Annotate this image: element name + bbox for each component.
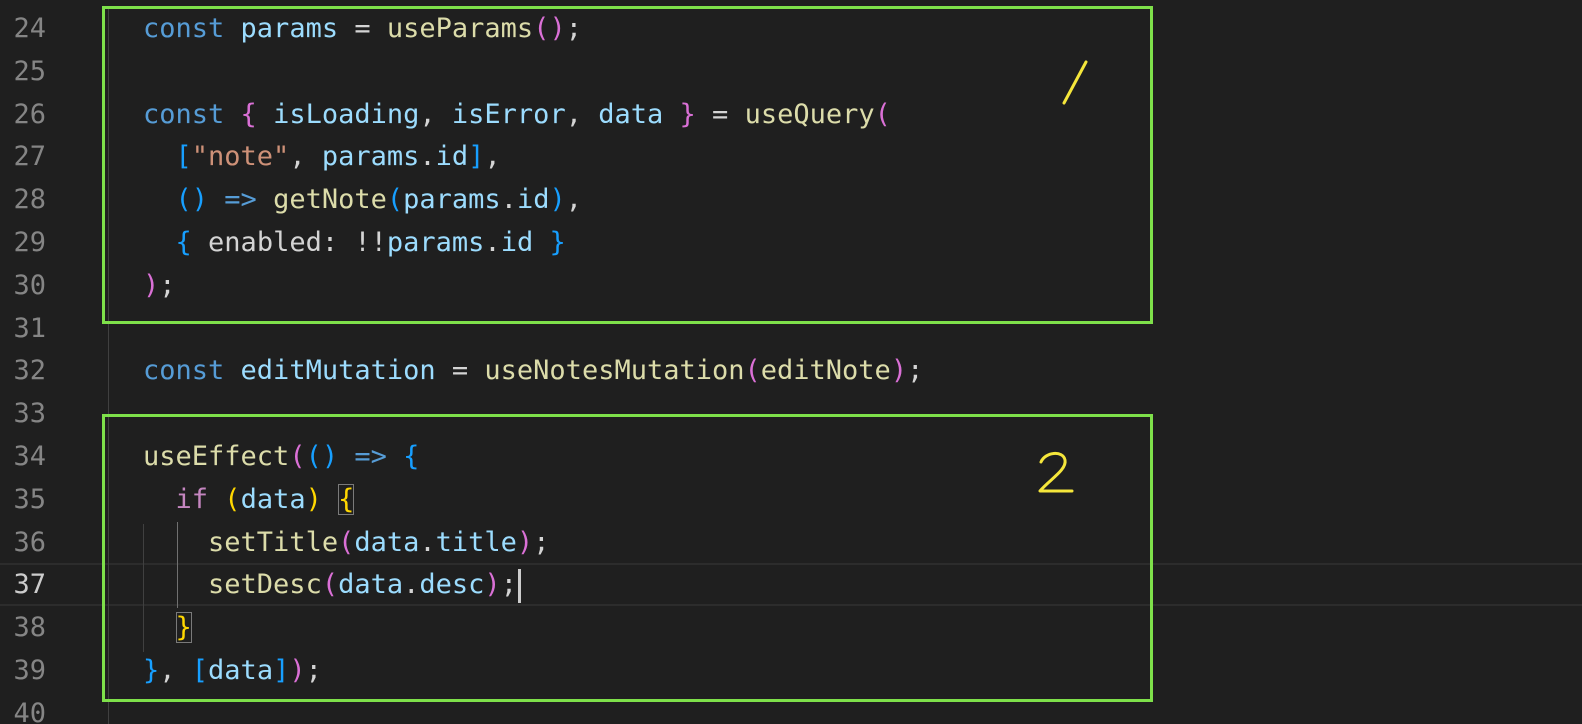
code-token: editMutation (240, 355, 436, 387)
line-number: 33 (13, 398, 46, 430)
code-token: editNote (760, 355, 891, 387)
line-number: 36 (13, 526, 46, 558)
code-token: ( (744, 355, 761, 387)
line-number: 35 (13, 483, 46, 515)
code-token: ) (890, 355, 908, 387)
line-number: 26 (13, 98, 46, 130)
code-token: ; (907, 355, 924, 387)
highlight-box-2 (102, 414, 1153, 702)
line-number: 38 (13, 612, 46, 644)
line-number: 37 (13, 569, 46, 601)
handwritten-marker-2: 2 (1038, 452, 1074, 493)
line-number: 34 (13, 441, 46, 472)
line-number: 25 (13, 55, 46, 87)
code-token: useNotesMutation (484, 355, 745, 387)
line-number: 24 (13, 13, 46, 44)
line-number: 30 (13, 269, 46, 301)
line-number: 29 (13, 227, 46, 258)
line-number: 28 (13, 184, 46, 216)
code-text[interactable]: const editMutation = useNotesMutation(ed… (143, 349, 923, 392)
code-token: const (143, 355, 225, 387)
line-number: 27 (13, 141, 46, 173)
handwritten-marker-1: 1 (1062, 60, 1088, 105)
line-number: 40 (13, 697, 46, 724)
highlight-box-1 (102, 6, 1153, 324)
line-number: 32 (13, 355, 46, 387)
code-token: = (435, 355, 485, 387)
line-number: 31 (13, 312, 46, 344)
code-line[interactable]: 32 const editMutation = useNotesMutation(… (0, 349, 1582, 392)
line-number: 39 (13, 655, 46, 686)
code-editor[interactable]: 24 const params = useParams(); 25 26 const {… (0, 0, 1582, 724)
